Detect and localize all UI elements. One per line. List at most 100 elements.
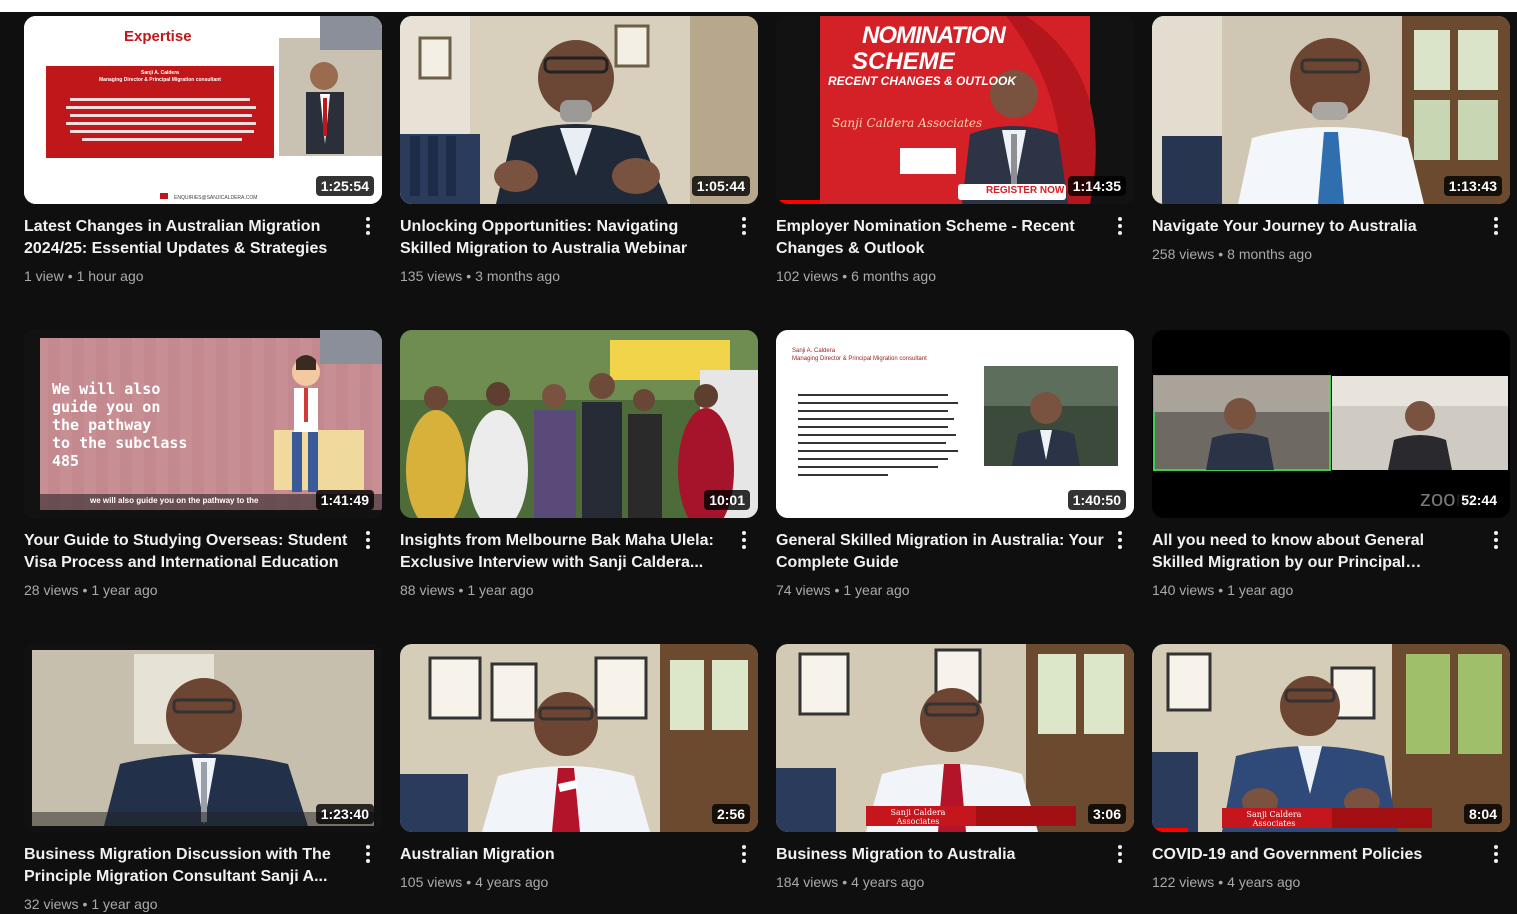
thumbnail-headline-2: SCHEME [852,48,955,75]
view-count: 102 views [776,268,839,284]
video-card[interactable]: Sanji Caldera Associates 8:04 COVID-19 a… [1152,644,1510,914]
video-card[interactable]: We will also guide you on the pathway to… [24,330,382,644]
more-vert-icon[interactable] [1484,528,1508,552]
video-title[interactable]: General Skilled Migration in Australia: … [776,530,1104,574]
more-vert-icon[interactable] [356,842,380,866]
separator: • [82,582,88,598]
view-count: 28 views [24,582,79,598]
view-count: 88 views [400,582,455,598]
caption-line: 485 [52,452,80,470]
view-count: 1 view [24,268,64,284]
video-duration: 2:56 [711,804,750,824]
video-card[interactable]: 2:56 Australian Migration 105 views • 4 ye… [400,644,758,914]
video-duration: 1:25:54 [315,176,374,196]
video-card[interactable]: 1:13:43 Navigate Your Journey to Austral… [1152,16,1510,330]
view-count: 140 views [1152,582,1215,598]
video-title[interactable]: COVID-19 and Government Policies [1152,844,1480,866]
video-stats: 258 views • 8 months ago [1152,244,1480,264]
video-duration: 1:05:44 [691,176,750,196]
video-title[interactable]: Unlocking Opportunities: Navigating Skil… [400,216,728,260]
thumbnail-name: Sanji A. Caldera [141,70,179,76]
thumbnail-script: Sanji Caldera Associates [832,116,983,130]
video-stats: 140 views • 1 year ago [1152,580,1480,600]
video-stats: 74 views • 1 year ago [776,580,1104,600]
upload-age: 6 months ago [851,268,937,284]
video-duration: 1:13:43 [1443,176,1502,196]
video-card[interactable]: Sanji Caldera Associates 3:06 Business M… [776,644,1134,914]
upload-age: 4 years ago [475,874,549,890]
video-duration: 10:01 [704,490,750,510]
more-vert-icon[interactable] [1108,214,1132,238]
video-thumbnail[interactable]: Sanji Caldera Associates 8:04 [1152,644,1510,832]
video-title[interactable]: Business Migration to Australia [776,844,1104,866]
thumbnail-art [400,330,758,518]
video-card[interactable]: 1:23:40 Business Migration Discussion wi… [24,644,382,914]
video-title[interactable]: Insights from Melbourne Bak Maha Ulela: … [400,530,728,574]
video-thumbnail[interactable]: Sanji Caldera Associates 3:06 [776,644,1134,832]
upload-age: 4 years ago [851,874,925,890]
video-thumbnail[interactable]: 1:23:40 [24,644,382,832]
separator: • [1218,874,1224,890]
upload-age: 1 year ago [91,582,158,598]
upload-age: 1 year ago [467,582,534,598]
view-count: 258 views [1152,246,1215,262]
upload-age: 3 months ago [475,268,561,284]
video-thumbnail[interactable]: We will also guide you on the pathway to… [24,330,382,518]
thumbnail-art [400,644,758,832]
more-vert-icon[interactable] [732,528,756,552]
video-thumbnail[interactable]: Sanji A. Caldera Managing Director & Pri… [776,330,1134,518]
video-duration: 3:06 [1087,804,1126,824]
video-title[interactable]: Navigate Your Journey to Australia [1152,216,1480,238]
thumbnail-banner: Sanji Caldera Associates [1246,810,1302,828]
thumbnail-footer: ENQUIRIES@SANJICALDERA.COM [174,195,257,201]
video-title[interactable]: Latest Changes in Australian Migration 2… [24,216,352,260]
video-thumbnail[interactable]: 2:56 [400,644,758,832]
upload-age: 1 year ago [91,896,158,912]
video-thumbnail[interactable]: 1:05:44 [400,16,758,204]
video-title[interactable]: All you need to know about General Skill… [1152,530,1480,574]
separator: • [67,268,73,284]
more-vert-icon[interactable] [732,214,756,238]
more-vert-icon[interactable] [356,214,380,238]
video-card[interactable]: 1:05:44 Unlocking Opportunities: Navigat… [400,16,758,330]
video-card[interactable]: NOMINATION SCHEME RECENT CHANGES & OUTLO… [776,16,1134,330]
video-title[interactable]: Employer Nomination Scheme - Recent Chan… [776,216,1104,260]
separator: • [842,874,848,890]
video-duration: 8:04 [1463,804,1502,824]
separator: • [842,268,848,284]
video-card[interactable]: ENQUIRIES@SANJICALDERA.COM Expertise San… [24,16,382,330]
separator: • [466,874,472,890]
more-vert-icon[interactable] [1484,214,1508,238]
video-title[interactable]: Business Migration Discussion with The P… [24,844,352,888]
video-stats: 105 views • 4 years ago [400,872,728,892]
video-duration: 1:41:49 [315,490,374,510]
video-thumbnail[interactable]: 10:01 [400,330,758,518]
more-vert-icon[interactable] [732,842,756,866]
more-vert-icon[interactable] [356,528,380,552]
video-title[interactable]: Your Guide to Studying Overseas: Student… [24,530,352,574]
more-vert-icon[interactable] [1108,528,1132,552]
video-stats: 184 views • 4 years ago [776,872,1104,892]
separator: • [1218,582,1224,598]
thumbnail-headline-3: RECENT CHANGES & OUTLOOK [828,74,1017,88]
video-card[interactable]: zoom 52:44 All you need to know about Ge… [1152,330,1510,644]
thumbnail-heading: Expertise [124,28,192,45]
video-thumbnail[interactable]: 1:13:43 [1152,16,1510,204]
view-count: 135 views [400,268,463,284]
more-vert-icon[interactable] [1484,842,1508,866]
thumbnail-art [776,644,1134,832]
thumbnail-role: Managing Director & Principal Migration … [792,356,927,362]
thumbnail-caption: We will also guide you on the pathway to… [52,380,187,470]
separator: • [466,268,472,284]
separator: • [834,582,840,598]
video-thumbnail[interactable]: zoom 52:44 [1152,330,1510,518]
more-vert-icon[interactable] [1108,842,1132,866]
video-title[interactable]: Australian Migration [400,844,728,866]
caption-line: We will also [52,380,161,398]
video-card[interactable]: 10:01 Insights from Melbourne Bak Maha U… [400,330,758,644]
video-card[interactable]: Sanji A. Caldera Managing Director & Pri… [776,330,1134,644]
thumbnail-role: Managing Director & Principal Migration … [99,77,221,83]
video-thumbnail[interactable]: NOMINATION SCHEME RECENT CHANGES & OUTLO… [776,16,1134,204]
video-thumbnail[interactable]: ENQUIRIES@SANJICALDERA.COM Expertise San… [24,16,382,204]
upload-age: 4 years ago [1227,874,1301,890]
